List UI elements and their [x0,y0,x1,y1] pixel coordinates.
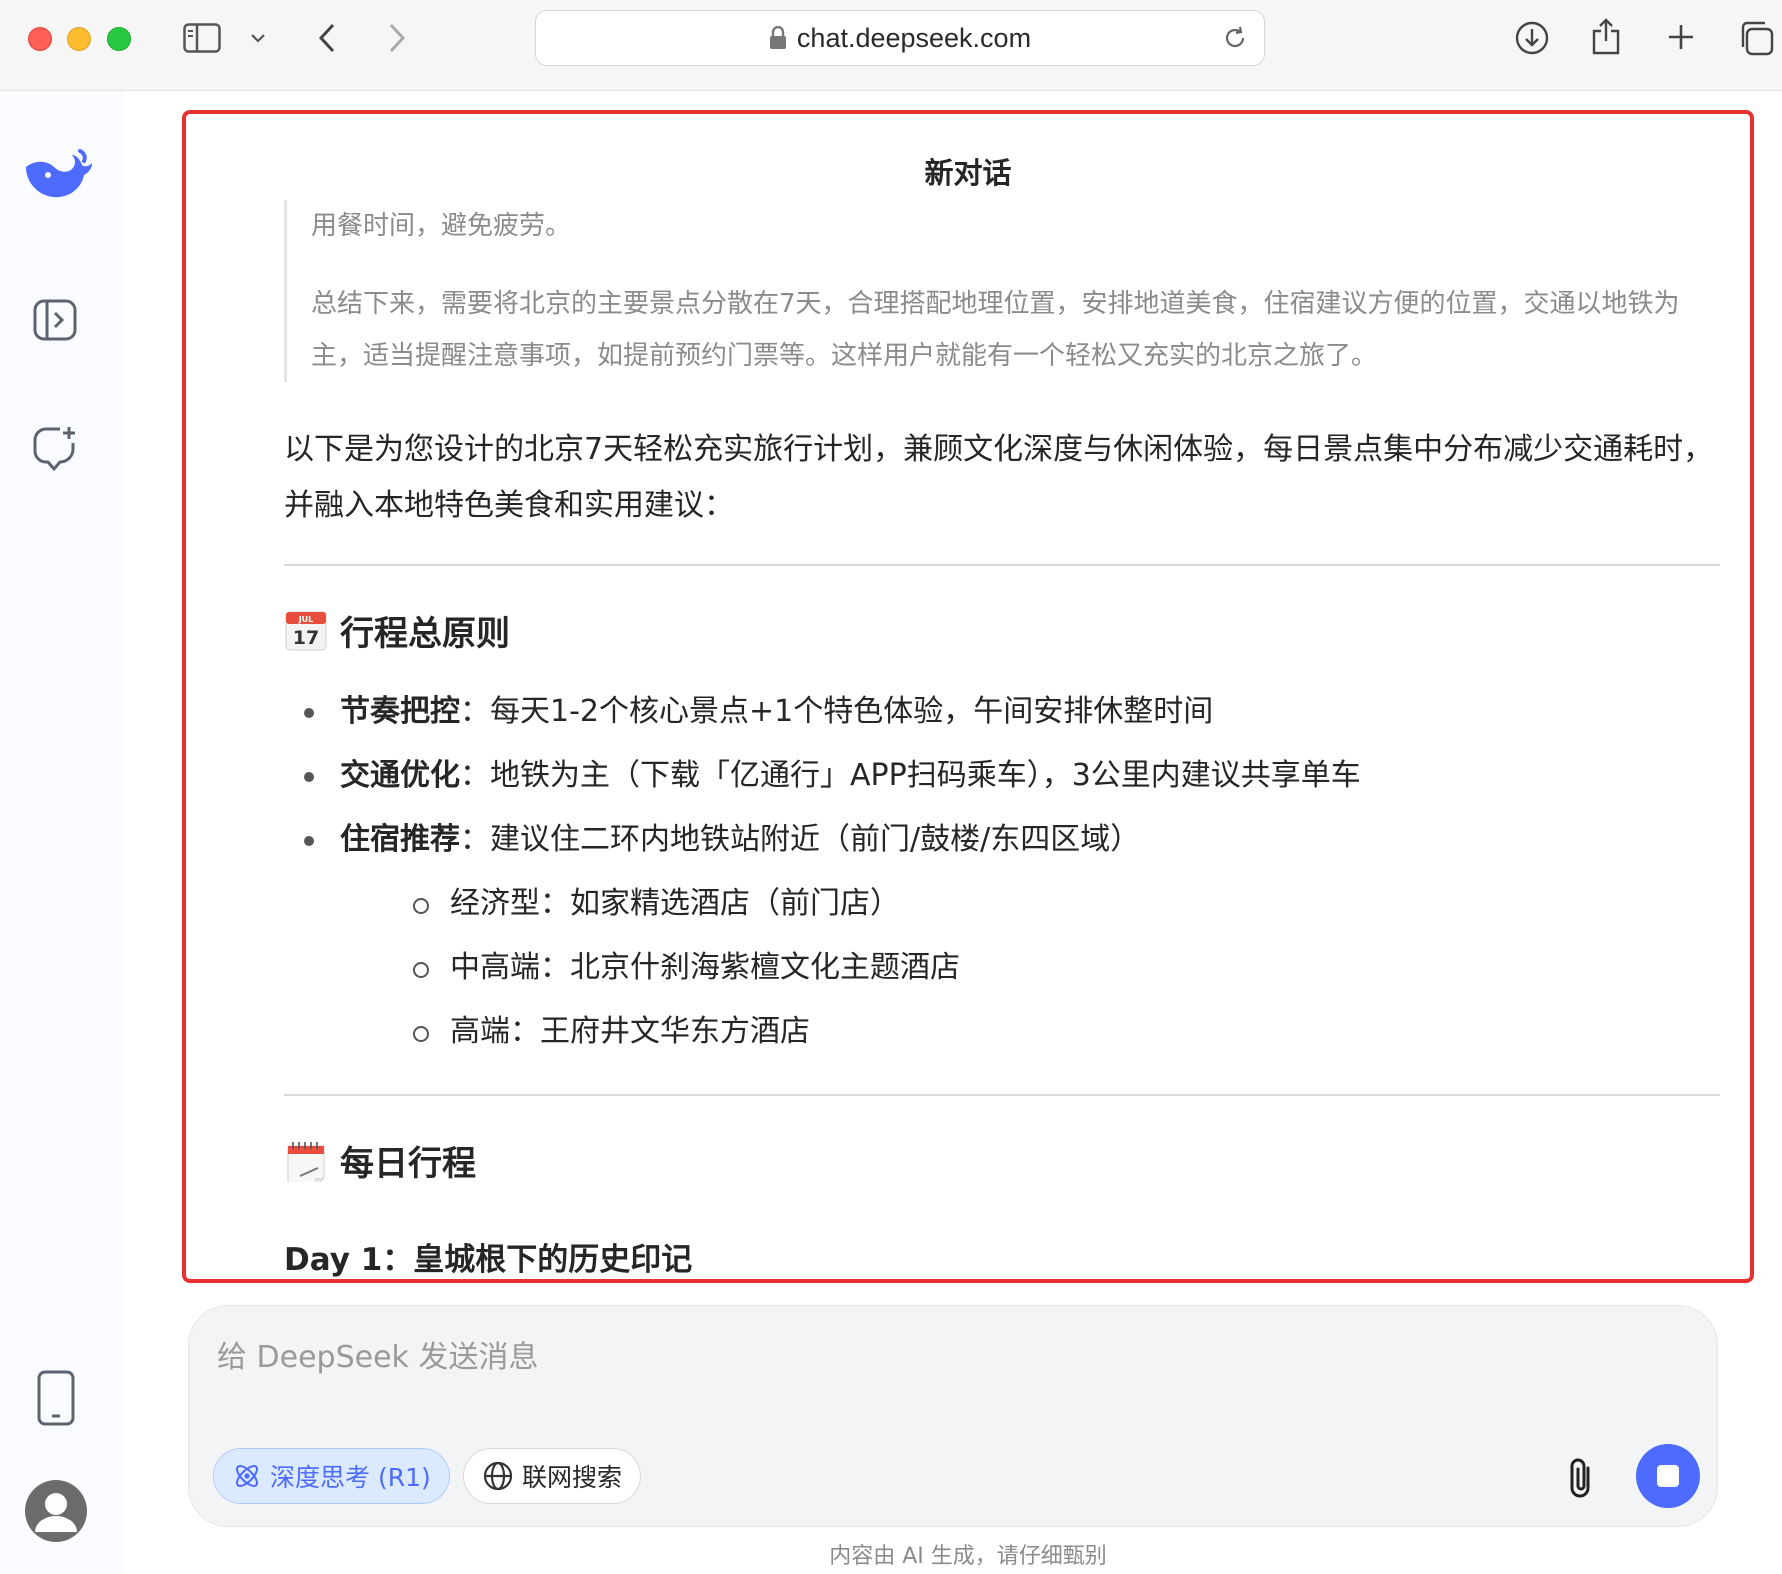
deep-think-label: 深度思考 (R1) [270,1463,431,1492]
deep-think-toggle[interactable]: 深度思考 (R1) [213,1448,450,1504]
url-text: chat.deepseek.com [796,22,1032,53]
atom-icon [236,1465,258,1487]
section-heading-principles: JUL 17 行程总原则 [284,604,1720,656]
web-search-toggle[interactable]: 联网搜索 [463,1448,642,1504]
message-composer[interactable]: 给 DeepSeek 发送消息 深度思考 (R1) 联网搜索 [188,1305,1718,1527]
sub-list-item: 中高端：北京什刹海紫檀文化主题酒店 [340,936,1720,1000]
item-text: ：每天1-2个核心景点+1个特色体验，午间安排休整时间 [460,694,1214,729]
new-chat-icon[interactable] [30,423,80,473]
download-icon[interactable] [1514,18,1550,58]
thinking-block: 用餐时间，避免疲劳。 总结下来，需要将北京的主要景点分散在7天，合理搭配地理位置… [284,200,1720,382]
hotel-sublist: 经济型：如家精选酒店（前门店） 中高端：北京什刹海紫檀文化主题酒店 高端：王府井… [340,872,1720,1064]
sidebar-toggle-icon[interactable] [182,20,222,56]
reload-icon[interactable] [1222,25,1248,51]
calendar-month: JUL [298,615,314,624]
section-heading-daily: 每日行程 [284,1134,1720,1186]
browser-toolbar: chat.deepseek.com [0,0,1782,91]
share-icon[interactable] [1588,14,1624,58]
sub-list-item: 高端：王府井文华东方酒店 [340,1000,1720,1064]
thinking-text: 总结下来，需要将北京的主要景点分散在7天，合理搭配地理位置，安排地道美食，住宿建… [311,289,1680,371]
zoom-window-button[interactable] [107,27,131,51]
chevron-down-icon[interactable] [246,28,270,48]
web-search-label: 联网搜索 [522,1463,623,1492]
disclaimer-text: 内容由 AI 生成，请仔细甄别 [829,1544,1107,1569]
address-bar[interactable]: chat.deepseek.com [535,10,1265,66]
list-item: 住宿推荐：建议住二环内地铁站附近（前门/鼓楼/东四区域） 经济型：如家精选酒店（… [284,808,1720,1064]
open-sidebar-icon[interactable] [30,295,80,345]
item-label: 交通优化 [340,758,460,793]
mobile-app-icon[interactable] [34,1368,78,1428]
item-label: 住宿推荐 [340,822,460,857]
divider [284,564,1720,566]
item-text: ：地铁为主（下载「亿通行」APP扫码乘车），3公里内建议共享单车 [460,758,1361,793]
calendar-day: 17 [293,627,319,649]
lock-icon [769,26,786,49]
item-text: ：建议住二环内地铁站附近（前门/鼓楼/东四区域） [460,822,1141,857]
spiral-calendar-icon [284,1138,328,1185]
assistant-message: 用餐时间，避免疲劳。 总结下来，需要将北京的主要景点分散在7天，合理搭配地理位置… [284,200,1720,1279]
list-item: 节奏把控：每天1-2个核心景点+1个特色体验，午间安排休整时间 [284,680,1720,744]
stop-generation-button[interactable] [1636,1444,1700,1508]
sidebar [0,91,124,1574]
close-window-button[interactable] [28,27,52,51]
divider [284,1094,1720,1096]
new-tab-icon[interactable] [1664,20,1698,54]
thinking-text: 用餐时间，避免疲劳。 [311,211,572,241]
message-input[interactable]: 给 DeepSeek 发送消息 [217,1332,538,1376]
answer-intro: 以下是为您设计的北京7天轻松充实旅行计划，兼顾文化深度与休闲体验，每日景点集中分… [284,432,1714,523]
back-icon[interactable] [312,18,342,58]
minimize-window-button[interactable] [67,27,91,51]
section-title: 行程总原则 [340,613,510,654]
chat-title: 新对话 [924,156,1012,190]
item-label: 节奏把控 [340,694,460,729]
list-item: 交通优化：地铁为主（下载「亿通行」APP扫码乘车），3公里内建议共享单车 [284,744,1720,808]
calendar-icon: JUL 17 [284,608,328,652]
avatar[interactable] [24,1479,88,1543]
deepseek-logo-icon[interactable] [20,143,96,203]
tab-overview-icon[interactable] [1736,18,1776,58]
forward-icon[interactable] [382,18,412,58]
globe-icon [483,1461,513,1491]
stop-icon [1657,1465,1679,1487]
sub-list-item: 经济型：如家精选酒店（前门店） [340,872,1720,936]
day-heading: Day 1：皇城根下的历史印记 [284,1242,693,1278]
attach-file-icon[interactable] [1564,1456,1598,1504]
section-title: 每日行程 [340,1143,476,1184]
principles-list: 节奏把控：每天1-2个核心景点+1个特色体验，午间安排休整时间 交通优化：地铁为… [284,680,1720,1064]
